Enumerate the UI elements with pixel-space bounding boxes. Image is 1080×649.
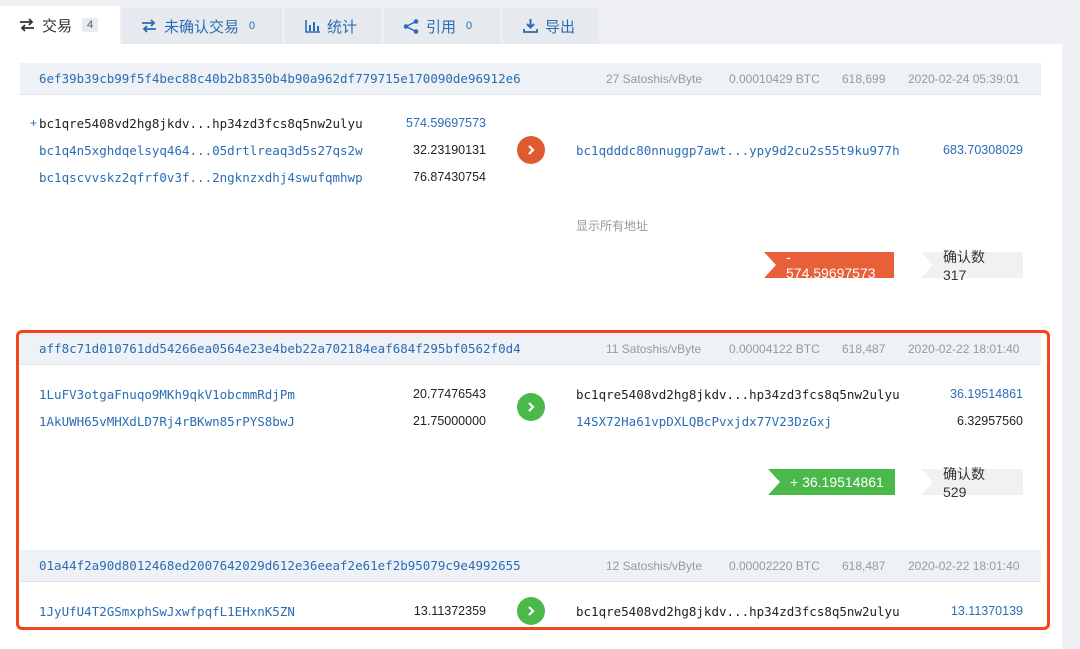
input-amount: 13.11372359 [413,604,486,618]
confirmations-badge: 确认数 529 [921,466,1023,500]
tab-unconfirmed[interactable]: 未确认交易 0 [122,8,282,44]
block-height: 618,487 [842,559,886,573]
confirmations-value: 确认数 529 [943,466,985,500]
show-all-addresses-link[interactable]: 显示所有地址 [576,217,648,234]
tx-time: 2020-02-22 18:01:40 [908,342,1020,356]
input-amount: 20.77476543 [413,387,486,401]
fee-rate: 27 Satoshis/vByte [606,72,703,86]
tx-header: aff8c71d010761dd54266ea0564e23e4beb22a70… [20,333,1041,365]
balance-change-value: + 36.19514861 [790,474,884,490]
arrow-right-icon [517,136,545,164]
swap-icon [140,18,158,34]
tab-label: 未确认交易 [164,18,240,36]
input-amount: 21.75000000 [413,414,486,428]
output-address: bc1qre5408vd2hg8jkdv...hp34zd3fcs8q5nw2u… [576,604,900,619]
input-address[interactable]: 1LuFV3otgaFnuqo9MKh9qkV1obcmmRdjPm [39,387,295,402]
block-height: 618,699 [842,72,886,86]
share-icon [402,18,420,34]
input-amount: 574.59697573 [406,116,486,130]
input-address: bc1qre5408vd2hg8jkdv...hp34zd3fcs8q5nw2u… [39,116,363,131]
swap-icon [18,17,36,33]
balance-change-value: - 574.59697573 [786,249,876,281]
tab-bar: 交易 4 未确认交易 0 统计 引用 0 导出 [0,0,1080,44]
balance-change-badge: - 574.59697573 [764,249,894,281]
input-address[interactable]: bc1qscvvskz2qfrf0v3f...2ngknzxdhj4swufqm… [39,170,363,185]
balance-change-badge: + 36.19514861 [768,469,895,495]
fee: 0.00002220 BTC [729,559,820,573]
tx-hash-link[interactable]: 6ef39b39cb99f5f4bec88c40b2b8350b4b90a962… [39,71,521,86]
tab-label: 引用 [426,18,457,36]
tx-header: 01a44f2a90d8012468ed2007642029d612e36eea… [20,550,1041,582]
tx-time: 2020-02-24 05:39:01 [908,72,1020,86]
bar-chart-icon [303,18,321,34]
fee: 0.00004122 BTC [729,342,820,356]
output-amount: 13.11370139 [950,604,1023,618]
tx-header: 6ef39b39cb99f5f4bec88c40b2b8350b4b90a962… [20,63,1041,95]
output-amount: 683.70308029 [943,143,1023,157]
input-amount: 32.23190131 [413,143,486,157]
confirmations-value: 确认数 317 [943,249,985,283]
tab-references[interactable]: 引用 0 [384,8,500,44]
output-address[interactable]: 14SX72Ha61vpDXLQBcPvxjdx77V23DzGxj [576,414,832,429]
owned-address-marker: + [30,116,38,130]
fee-rate: 12 Satoshis/vByte [606,559,703,573]
fee-rate: 11 Satoshis/vByte [606,342,702,356]
tab-label: 交易 [42,17,73,35]
tx-time: 2020-02-22 18:01:40 [908,559,1020,573]
arrow-right-icon [517,597,545,625]
block-height: 618,487 [842,342,886,356]
confirmations-badge: 确认数 317 [921,249,1023,283]
input-address[interactable]: 1JyUfU4T2GSmxphSwJxwfpqfL1EHxnK5ZN [39,604,295,619]
tab-label: 统计 [327,18,358,36]
output-address: bc1qre5408vd2hg8jkdv...hp34zd3fcs8q5nw2u… [576,387,900,402]
tab-transactions[interactable]: 交易 4 [0,6,120,44]
input-amount: 76.87430754 [413,170,486,184]
arrow-right-icon [517,393,545,421]
output-amount: 6.32957560 [956,414,1023,428]
tab-label: 导出 [545,18,576,36]
download-icon [521,18,539,34]
fee: 0.00010429 BTC [729,72,820,86]
tab-badge: 0 [466,20,473,32]
tab-badge: 0 [249,20,256,32]
tab-badge: 4 [82,18,99,32]
tx-hash-link[interactable]: 01a44f2a90d8012468ed2007642029d612e36eea… [39,558,521,573]
tx-hash-link[interactable]: aff8c71d010761dd54266ea0564e23e4beb22a70… [39,341,521,356]
tab-statistics[interactable]: 统计 [285,8,381,44]
tab-export[interactable]: 导出 [503,8,599,44]
input-address[interactable]: 1AkUWH65vMHXdLD7Rj4rBKwn85rPYS8bwJ [39,414,295,429]
input-address[interactable]: bc1q4n5xghdqelsyq464...05drtlreaq3d5s27q… [39,143,363,158]
output-address[interactable]: bc1qdddc80nnuggp7awt...ypy9d2cu2s55t9ku9… [576,143,900,158]
output-amount: 36.19514861 [950,387,1023,401]
